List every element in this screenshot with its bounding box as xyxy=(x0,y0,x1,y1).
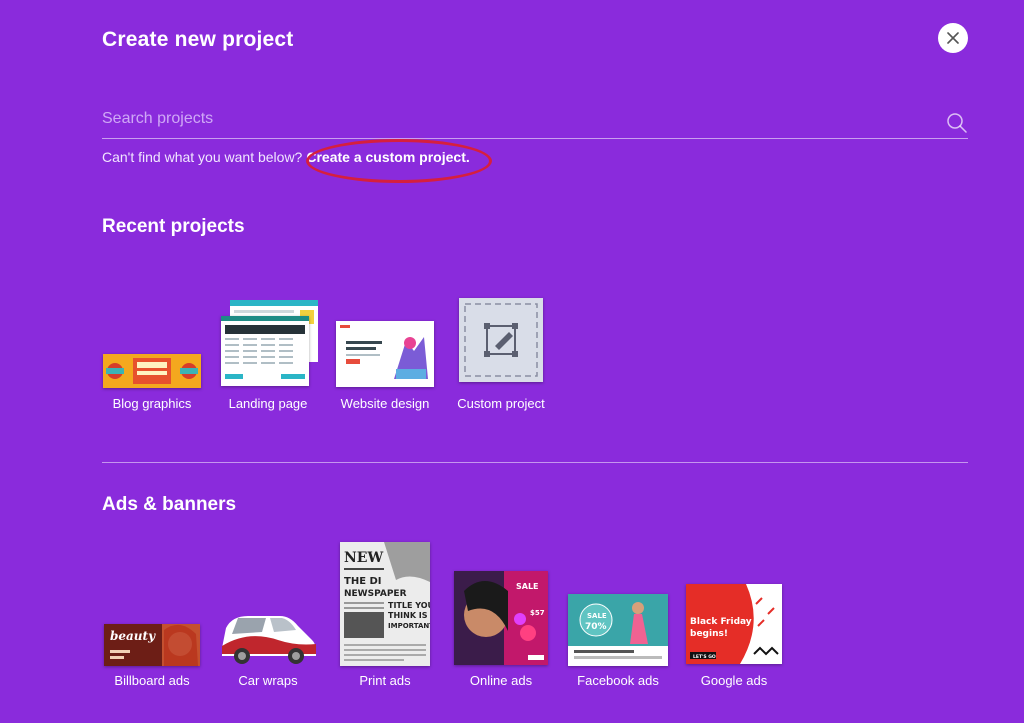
billboard-ads-thumbnail-icon: beauty xyxy=(104,624,200,666)
print-headline-6: IMPORTANT xyxy=(388,622,430,630)
close-icon xyxy=(947,32,959,44)
facebook-ads-thumbnail-icon: SALE 70% xyxy=(568,594,668,666)
custom-project-thumbnail-icon xyxy=(459,298,543,382)
tile-label: Print ads xyxy=(359,673,411,688)
car-wraps-thumbnail-icon xyxy=(222,616,316,664)
ads-item-billboard-ads[interactable]: beauty Billboard ads xyxy=(102,620,202,692)
recent-item-landing-page[interactable]: Landing page xyxy=(218,298,318,415)
recent-item-blog-graphics[interactable]: Blog graphics xyxy=(102,340,202,415)
custom-project-hint: Can't find what you want below? Create a … xyxy=(102,149,470,165)
online-sale-text: SALE xyxy=(516,582,539,591)
print-headline-3: NEWSPAPER xyxy=(344,589,407,599)
ads-item-car-wraps[interactable]: Car wraps xyxy=(218,608,318,692)
online-value-text: $57 xyxy=(530,609,545,617)
tile-label: Billboard ads xyxy=(114,673,190,688)
tile-label: Website design xyxy=(340,396,430,411)
google-line1-text: Black Friday xyxy=(690,617,752,627)
tile-label: Facebook ads xyxy=(577,673,659,688)
print-headline-5: THINK IS xyxy=(388,611,428,620)
print-headline-4: TITLE YOU xyxy=(388,601,430,610)
ads-item-facebook-ads[interactable]: SALE 70% Facebook ads xyxy=(566,592,670,692)
ads-item-print-ads[interactable]: NEW THE DI NEWSPAPER TITLE YOU THINK IS … xyxy=(338,540,432,692)
search-input[interactable] xyxy=(102,104,922,134)
google-button-text: LET'S GO xyxy=(693,654,716,660)
print-headline-1: NEW xyxy=(344,550,383,566)
landing-page-front-thumbnail-icon xyxy=(221,316,309,386)
facebook-value-text: 70% xyxy=(585,622,607,632)
tile-label: Online ads xyxy=(469,673,533,688)
recent-item-custom-project[interactable]: Custom project xyxy=(454,296,548,415)
search-icon[interactable] xyxy=(946,112,968,134)
recent-item-website-design[interactable]: Website design xyxy=(334,318,436,415)
tile-label: Car wraps xyxy=(238,673,298,688)
facebook-sale-text: SALE xyxy=(587,612,607,620)
print-headline-2: THE DI xyxy=(344,576,382,587)
create-custom-project-link[interactable]: Create a custom project. xyxy=(306,149,469,165)
ads-item-google-ads[interactable]: Black Friday begins! LET'S GO Google ads xyxy=(684,582,784,692)
tile-label: Blog graphics xyxy=(112,396,192,411)
recent-projects-title: Recent projects xyxy=(102,216,245,237)
tile-label: Landing page xyxy=(228,396,308,411)
billboard-brand-text: beauty xyxy=(110,629,156,643)
print-ads-thumbnail-icon: NEW THE DI NEWSPAPER TITLE YOU THINK IS … xyxy=(340,542,430,666)
section-divider xyxy=(102,462,968,463)
create-project-dialog: Create new project Can't find what you w… xyxy=(0,0,1024,723)
search-bar xyxy=(102,104,968,139)
website-design-thumbnail-icon xyxy=(336,321,434,387)
ads-banners-title: Ads & banners xyxy=(102,494,237,515)
tile-label: Custom project xyxy=(457,396,545,411)
hint-text: Can't find what you want below? xyxy=(102,149,303,165)
online-ads-thumbnail-icon: SALE $57 xyxy=(454,571,548,665)
google-ads-thumbnail-icon: Black Friday begins! LET'S GO xyxy=(686,584,782,664)
tile-label: Google ads xyxy=(700,673,768,688)
blog-graphics-thumbnail-icon xyxy=(103,354,201,388)
google-line2-text: begins! xyxy=(690,629,728,639)
close-button[interactable] xyxy=(938,23,968,53)
page-title: Create new project xyxy=(102,28,294,51)
ads-item-online-ads[interactable]: SALE $57 Online ads xyxy=(452,568,550,692)
